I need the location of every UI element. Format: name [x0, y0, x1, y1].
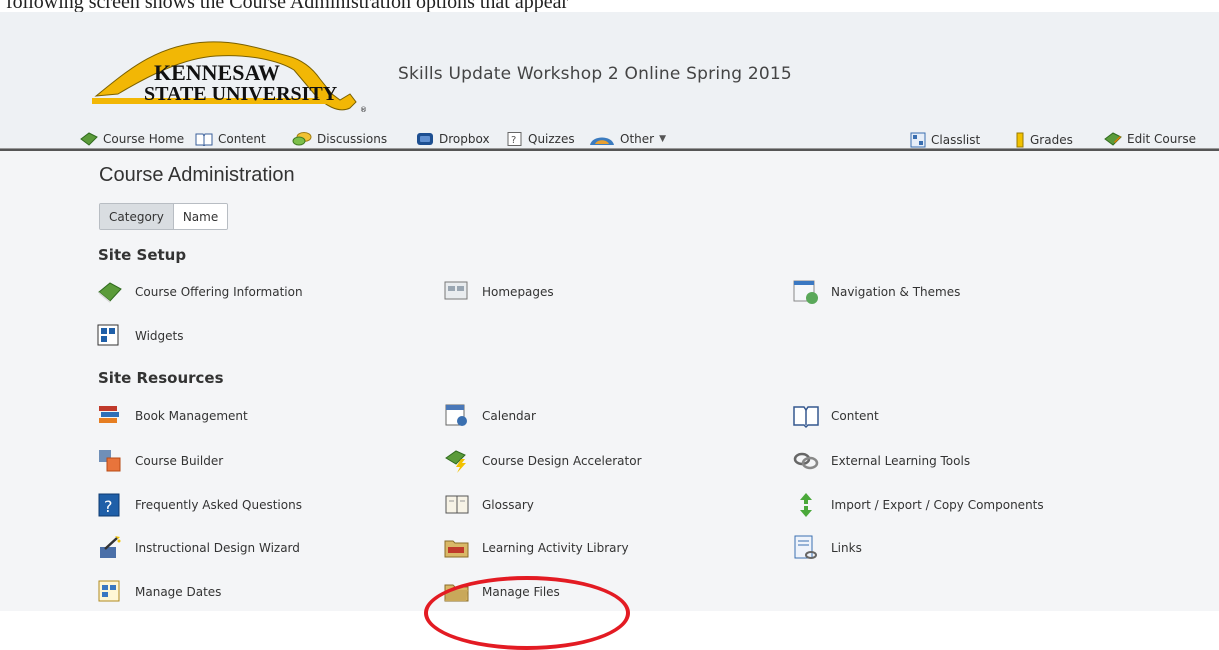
nav-quizzes[interactable]: ? Quizzes [507, 132, 575, 146]
tool-label: External Learning Tools [831, 454, 971, 468]
tool-label: Course Offering Information [135, 285, 303, 299]
widgets-icon [97, 324, 119, 346]
question-icon: ? [507, 132, 522, 146]
tool-glossary[interactable]: Glossary [444, 492, 534, 518]
tool-book-management[interactable]: Book Management [97, 403, 248, 429]
open-book-icon [793, 406, 819, 429]
nav-grades[interactable]: Grades [1015, 132, 1073, 148]
tool-label: Manage Dates [135, 585, 222, 599]
book-icon [80, 132, 98, 146]
nav-edit-course[interactable]: Edit Course [1104, 132, 1196, 146]
tool-calendar[interactable]: Calendar [444, 403, 536, 429]
glossary-icon [445, 495, 469, 514]
nav-label: Other [620, 132, 655, 146]
homepage-icon [444, 281, 468, 300]
dropbox-icon [417, 133, 433, 145]
tool-course-design-accelerator[interactable]: Course Design Accelerator [444, 448, 642, 474]
tool-course-offering-information[interactable]: Course Offering Information [97, 279, 303, 305]
name-view-button[interactable]: Name [173, 204, 228, 229]
site-setup-heading: Site Setup [98, 246, 187, 264]
open-book-icon [195, 133, 213, 146]
tool-content[interactable]: Content [793, 403, 879, 429]
calendar-icon [445, 404, 467, 426]
classlist-icon [910, 132, 926, 148]
book-icon [98, 282, 122, 303]
tool-course-builder[interactable]: Course Builder [97, 448, 223, 474]
tool-label: Widgets [135, 329, 184, 343]
tool-manage-dates[interactable]: Manage Dates [97, 579, 221, 605]
nav-label: Quizzes [528, 132, 575, 146]
tool-label: Instructional Design Wizard [135, 541, 300, 555]
category-view-button[interactable]: Category [100, 204, 174, 229]
tool-widgets[interactable]: Widgets [97, 323, 184, 349]
tool-label: Content [831, 409, 879, 423]
nav-content[interactable]: Content [195, 132, 266, 146]
manage-dates-icon [98, 580, 120, 602]
folder-icon [444, 540, 469, 558]
nav-other-menu[interactable]: Other ▼ [589, 132, 666, 146]
speech-bubbles-icon [292, 132, 312, 146]
course-header: KENNESAW STATE UNIVERSITY ® Skills Updat… [0, 12, 1219, 148]
tool-instructional-design-wizard[interactable]: Instructional Design Wizard [97, 535, 300, 561]
annotation-circle [424, 576, 630, 650]
tool-navigation-themes[interactable]: Navigation & Themes [793, 279, 960, 305]
wizard-icon [100, 536, 121, 558]
navigation-icon [793, 280, 818, 304]
accelerator-icon [445, 450, 466, 473]
links-icon [794, 535, 817, 559]
tool-faq[interactable]: ? Frequently Asked Questions [97, 492, 302, 518]
nav-label: Edit Course [1127, 132, 1196, 146]
tool-learning-activity-library[interactable]: Learning Activity Library [444, 535, 629, 561]
import-export-icon [800, 493, 812, 517]
nav-label: Dropbox [439, 132, 490, 146]
tool-label: Homepages [482, 285, 554, 299]
faq-icon: ? [98, 493, 120, 517]
ruler-icon [1016, 132, 1024, 148]
course-builder-icon [99, 450, 121, 472]
view-toggle: Category Name [99, 203, 229, 230]
logo-registered-mark: ® [360, 106, 367, 114]
dome-icon [590, 137, 614, 145]
tool-label: Links [831, 541, 862, 555]
nav-label: Grades [1030, 133, 1073, 147]
nav-label: Discussions [317, 132, 388, 146]
tool-label: Frequently Asked Questions [135, 498, 302, 512]
course-admin-panel: Course Administration Category Name Site… [0, 151, 1219, 611]
course-title[interactable]: Skills Update Workshop 2 Online Spring 2… [398, 64, 792, 84]
nav-course-home[interactable]: Course Home [80, 132, 184, 146]
tool-label: Course Builder [135, 454, 224, 468]
chain-link-icon [793, 452, 819, 470]
books-stack-icon [99, 406, 119, 423]
tool-label: Course Design Accelerator [482, 454, 642, 468]
tool-import-export-copy[interactable]: Import / Export / Copy Components [793, 492, 1044, 518]
page-title: Course Administration [99, 164, 295, 186]
nav-label: Course Home [103, 132, 185, 146]
tool-label: Calendar [482, 409, 536, 423]
chevron-down-icon: ▼ [659, 134, 666, 144]
nav-dropbox[interactable]: Dropbox [416, 132, 490, 146]
nav-classlist[interactable]: Classlist [910, 132, 980, 148]
tool-homepages[interactable]: Homepages [444, 279, 554, 305]
nav-label: Classlist [931, 133, 981, 147]
nav-label: Content [218, 132, 266, 146]
tool-label: Book Management [135, 409, 248, 423]
tool-external-learning-tools[interactable]: External Learning Tools [793, 448, 970, 474]
tool-label: Learning Activity Library [482, 541, 629, 555]
nav-discussions[interactable]: Discussions [292, 132, 387, 146]
logo-line-2: STATE UNIVERSITY [144, 83, 338, 105]
site-resources-heading: Site Resources [98, 369, 224, 387]
tool-links[interactable]: Links [793, 535, 862, 561]
tool-label: Import / Export / Copy Components [831, 498, 1044, 512]
tool-label: Glossary [482, 498, 534, 512]
tool-label: Navigation & Themes [831, 285, 961, 299]
edit-book-icon [1104, 132, 1122, 146]
ksu-logo[interactable]: KENNESAW STATE UNIVERSITY ® [88, 34, 370, 116]
svg-text:?: ? [511, 135, 516, 146]
document-top-text: following screen shows the Course Admini… [0, 0, 1219, 12]
logo-line-1: KENNESAW [154, 60, 280, 85]
svg-text:?: ? [104, 497, 113, 516]
